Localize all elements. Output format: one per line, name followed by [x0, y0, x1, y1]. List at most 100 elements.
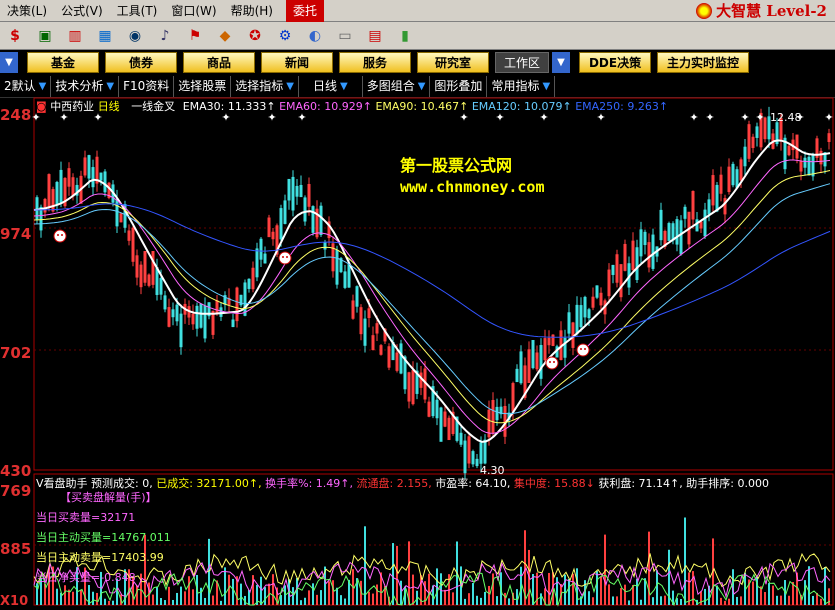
- volume-bar: [112, 600, 114, 605]
- marker-eye: [553, 361, 555, 363]
- candle-body: [355, 286, 359, 307]
- candle-body: [639, 229, 643, 257]
- volume-bar: [516, 589, 518, 605]
- pe-ratio: 市盈率: 64.10,: [435, 477, 511, 490]
- volume-bar: [564, 574, 566, 605]
- candle-body: [667, 223, 671, 241]
- volume-bar: [704, 588, 706, 605]
- candle-body: [263, 253, 267, 264]
- candle-body: [399, 343, 403, 374]
- price-label-top: 248: [0, 106, 32, 124]
- volume-bar: [396, 545, 398, 605]
- active-buy-line: 当日主动买量=14767.011: [36, 531, 171, 544]
- candle-body: [203, 305, 207, 339]
- candle-body: [703, 209, 707, 237]
- candle-body: [103, 171, 107, 193]
- sub-title: 【买卖盘解量(手)】: [60, 491, 157, 504]
- price-label-bottom: 430: [0, 462, 32, 480]
- sub-axis-top: 769: [0, 482, 32, 500]
- candle-body: [231, 319, 235, 328]
- candle-body: [531, 340, 535, 369]
- candle-body: [735, 169, 739, 188]
- volume-bar: [620, 588, 622, 605]
- volume-bar: [364, 526, 366, 605]
- candle-body: [299, 184, 303, 198]
- volume-bar: [504, 592, 506, 605]
- volume-bar: [336, 587, 338, 605]
- candle-body: [319, 205, 323, 236]
- volume-bar: [92, 591, 94, 605]
- volume-bar: [412, 574, 414, 605]
- marker-eye: [57, 234, 59, 236]
- chart-close-icon[interactable]: ◙: [36, 100, 47, 113]
- candle-body: [651, 234, 655, 269]
- volume-bar: [592, 597, 594, 605]
- volume-bar: [572, 573, 574, 605]
- volume-bar: [312, 583, 314, 605]
- volume-bar: [600, 576, 602, 605]
- volume-bar: [660, 596, 662, 605]
- sub-axis-scale: X10: [0, 594, 29, 609]
- candle-body: [483, 439, 487, 464]
- candle-body: [155, 267, 159, 295]
- volume-bar: [56, 588, 58, 605]
- stock-name: 中西药业: [50, 100, 95, 113]
- candle-body: [679, 220, 683, 255]
- volume-bar: [164, 600, 166, 605]
- candle-body: [479, 442, 483, 464]
- volume-bar: [316, 594, 318, 605]
- volume-bar: [616, 596, 618, 605]
- candle-body: [671, 223, 675, 241]
- volume-bar: [720, 597, 722, 605]
- candle-body: [99, 172, 103, 181]
- volume-bar: [320, 590, 322, 605]
- volume-bar: [104, 598, 106, 605]
- candle-body: [279, 208, 283, 240]
- volume-bar: [496, 596, 498, 605]
- volume-bar: [176, 592, 178, 605]
- candle-body: [459, 432, 463, 445]
- volume-bar: [488, 585, 490, 605]
- candle-body: [515, 368, 519, 383]
- ema120-line: [33, 183, 831, 415]
- volume-bar: [824, 566, 826, 605]
- candle-body: [811, 154, 815, 177]
- volume-bar: [684, 517, 686, 605]
- volume-bar: [80, 589, 82, 605]
- volume-bar: [820, 598, 822, 605]
- volume-bar: [468, 593, 470, 605]
- volume-bar: [764, 592, 766, 605]
- candle-body: [643, 231, 647, 246]
- candle-body: [519, 351, 523, 384]
- volume-bar: [232, 578, 234, 605]
- concentration: 集中度: 15.88↓: [513, 477, 595, 490]
- volume-bar: [680, 598, 682, 605]
- candle-body: [87, 155, 91, 179]
- candle-body: [707, 199, 711, 215]
- candle-body: [287, 178, 291, 201]
- star-marker-icon: ✦: [824, 111, 833, 124]
- candle-body: [159, 278, 163, 295]
- volume-bar: [548, 572, 550, 605]
- marker-eye: [580, 348, 582, 350]
- volume-bar: [480, 597, 482, 605]
- volume-bar: [664, 595, 666, 605]
- volume-bar: [260, 576, 262, 605]
- volume-bar: [208, 538, 210, 605]
- volume-bar: [484, 591, 486, 605]
- candle-body: [471, 451, 475, 465]
- volume-bar: [300, 600, 302, 605]
- candle-body: [435, 399, 439, 419]
- volume-bar: [464, 598, 466, 605]
- volume-bar: [472, 583, 474, 605]
- ema120-value: EMA120: 10.079↑: [471, 100, 572, 113]
- candle-body: [567, 312, 571, 334]
- high-price-label: 12.48: [770, 111, 802, 124]
- volume-bar: [628, 600, 630, 605]
- volume-bar: [752, 581, 754, 605]
- volume-bar: [64, 585, 66, 605]
- indicator-name: 一线金叉: [131, 100, 176, 113]
- candle-body: [575, 304, 579, 335]
- star-marker-icon: ✦: [740, 111, 749, 124]
- turnover-rate: 换手率%: 1.49↑,: [265, 477, 354, 490]
